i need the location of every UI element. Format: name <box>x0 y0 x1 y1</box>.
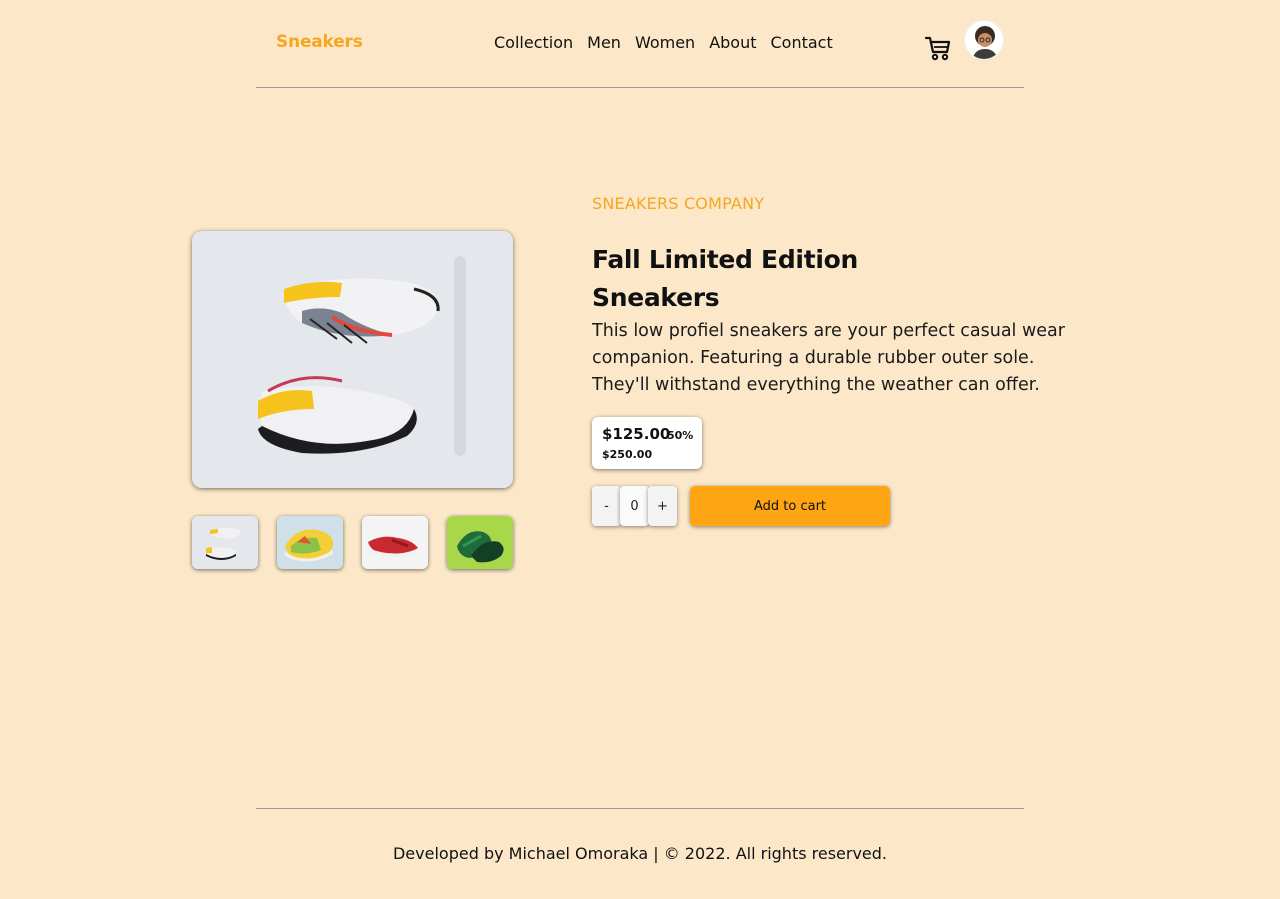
quantity-value: 0 <box>620 486 649 526</box>
nav-item-about[interactable]: About <box>709 33 756 52</box>
thumbnail-image <box>192 516 258 569</box>
nav-item-collection[interactable]: Collection <box>494 33 573 52</box>
thumbnail-1[interactable] <box>192 516 258 569</box>
product-title-line1: Fall Limited Edition <box>592 245 858 274</box>
nav-item-contact[interactable]: Contact <box>771 33 833 52</box>
thumbnail-image <box>277 516 343 569</box>
original-price: $250.00 <box>602 448 653 461</box>
thumbnail-3[interactable] <box>362 516 428 569</box>
logo[interactable]: Sneakers <box>276 32 363 52</box>
footer-divider <box>256 808 1024 809</box>
sneaker-image <box>192 231 513 488</box>
avatar[interactable] <box>964 20 1004 60</box>
avatar-icon <box>972 26 998 59</box>
price-box: $125.00 50% $250.00 <box>592 417 702 469</box>
current-price: $125.00 <box>602 425 671 443</box>
company-name: SNEAKERS COMPANY <box>592 194 765 213</box>
add-to-cart-button[interactable]: Add to cart <box>690 486 890 526</box>
thumbnail-image <box>447 516 513 569</box>
product-title-line2: Sneakers <box>592 283 720 312</box>
thumbnail-image <box>362 516 428 569</box>
nav-item-women[interactable]: Women <box>635 33 695 52</box>
thumbnail-2[interactable] <box>277 516 343 569</box>
site-header: Sneakers Collection Men Women About Cont… <box>256 0 1024 88</box>
cart-icon[interactable] <box>924 34 952 62</box>
main-product-image[interactable] <box>192 231 513 488</box>
product-title: Fall Limited Edition Sneakers <box>592 241 912 317</box>
decrement-button[interactable]: - <box>592 486 621 526</box>
main-nav: Collection Men Women About Contact <box>494 33 833 52</box>
discount-badge: 50% <box>667 429 694 442</box>
nav-item-men[interactable]: Men <box>587 33 621 52</box>
thumbnail-4[interactable] <box>447 516 513 569</box>
product-description: This low profiel sneakers are your perfe… <box>592 321 1065 395</box>
increment-button[interactable]: + <box>648 486 677 526</box>
footer-text: Developed by Michael Omoraka | © 2022. A… <box>392 844 888 863</box>
